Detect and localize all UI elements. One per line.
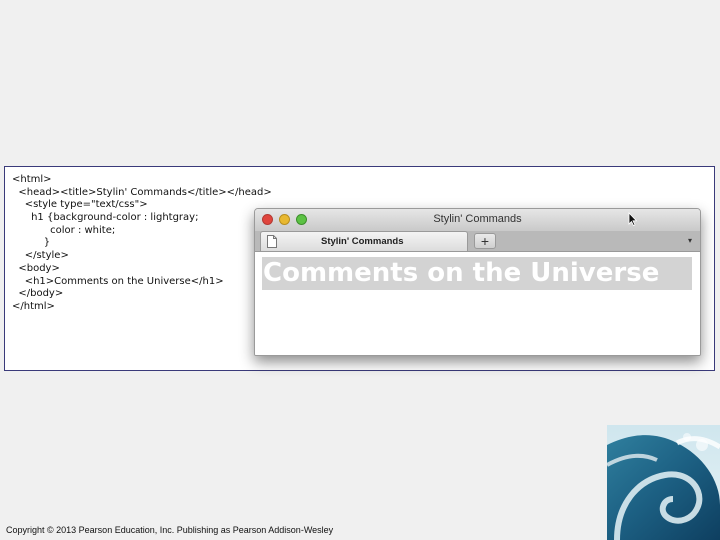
html-code-listing: <html> <head><title>Stylin' Commands</ti… bbox=[12, 174, 272, 314]
page-icon bbox=[267, 235, 277, 248]
code-line: color : white; bbox=[12, 224, 116, 236]
tab-list-chevron-icon[interactable]: ▾ bbox=[688, 236, 692, 245]
code-line: </body> bbox=[12, 288, 64, 300]
code-line: h1 {background-color : lightgray; bbox=[12, 212, 199, 224]
new-tab-button[interactable]: + bbox=[474, 233, 496, 249]
code-line: <style type="text/css"> bbox=[12, 199, 148, 211]
figure-panel: <html> <head><title>Stylin' Commands</ti… bbox=[4, 166, 715, 371]
ocean-wave-image bbox=[607, 425, 720, 540]
tab-label: Stylin' Commands bbox=[321, 236, 404, 247]
code-line: <h1>Comments on the Universe</h1> bbox=[12, 275, 224, 287]
code-line: <head><title>Stylin' Commands</title></h… bbox=[12, 186, 272, 198]
code-line: <html> bbox=[12, 174, 52, 185]
code-line: </html> bbox=[12, 300, 55, 312]
code-line: } bbox=[12, 237, 51, 249]
page-heading: Comments on the Universe bbox=[262, 257, 692, 290]
copyright-notice: Copyright © 2013 Pearson Education, Inc.… bbox=[6, 525, 334, 535]
browser-window: Stylin' Commands Stylin' Commands + ▾ Co… bbox=[254, 208, 701, 356]
code-line: <body> bbox=[12, 262, 60, 274]
tab-bar: Stylin' Commands + ▾ bbox=[255, 231, 700, 252]
window-titlebar[interactable]: Stylin' Commands bbox=[255, 209, 700, 231]
tab-stylin-commands[interactable]: Stylin' Commands bbox=[260, 231, 468, 251]
page-content: Comments on the Universe bbox=[255, 252, 700, 355]
mouse-cursor-icon bbox=[628, 212, 638, 226]
code-line: </style> bbox=[12, 250, 69, 262]
